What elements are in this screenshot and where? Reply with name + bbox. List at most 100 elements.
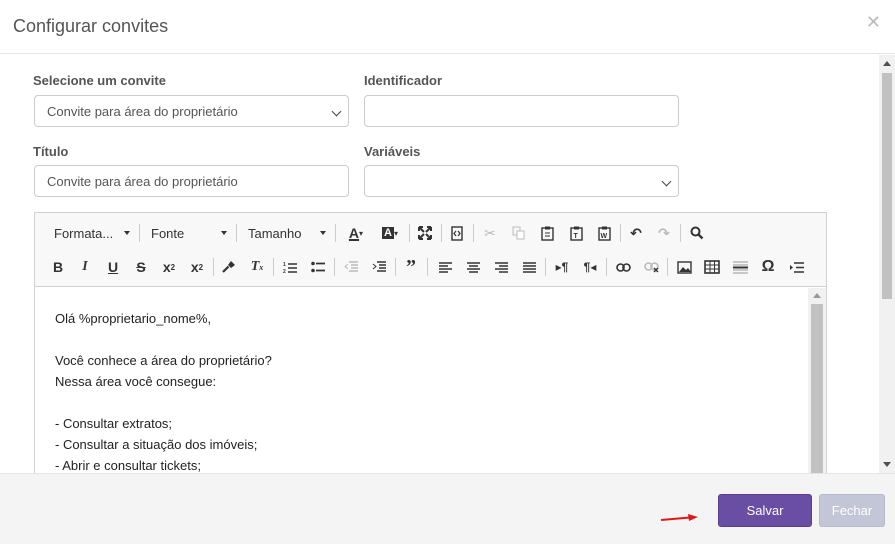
strikethrough-icon[interactable]: S [129,255,153,279]
dropdown-arrow-icon [124,231,130,235]
underline-icon[interactable]: U [101,255,125,279]
toolbar-separator [395,258,396,276]
size-combo[interactable]: Tamanho [244,221,328,245]
justify-icon[interactable] [517,255,541,279]
bulleted-list-icon[interactable] [306,255,330,279]
toolbar-separator [606,258,607,276]
svg-text:2: 2 [283,269,286,274]
special-char-icon[interactable]: Ω [756,255,780,279]
blockquote-icon[interactable]: ” [399,255,423,279]
maximize-icon[interactable] [413,221,437,245]
variables-select[interactable] [364,165,679,197]
save-button[interactable]: Salvar [718,494,812,527]
modal-footer: Salvar Fechar [0,473,895,544]
horizontal-line-icon[interactable] [728,255,752,279]
editor-scrollbar-thumb[interactable] [811,304,823,473]
editor-line [55,329,789,350]
editor-line: - Consultar extratos; [55,416,173,431]
italic-icon[interactable]: I [73,255,97,279]
rich-text-editor: Formata... Fonte Tamanho A ▾ A ▾ ✂ T W ↶… [34,212,827,473]
cut-icon[interactable]: ✂ [478,221,502,245]
undo-icon[interactable]: ↶ [624,221,648,245]
page-break-icon[interactable] [784,255,808,279]
link-icon[interactable] [611,255,635,279]
align-center-icon[interactable] [461,255,485,279]
toolbar-separator [409,224,410,242]
editor-content[interactable]: Olá %proprietario_nome%, Você conhece a … [35,288,809,473]
annotation-arrow-icon [660,514,698,521]
svg-text:T: T [573,233,578,240]
ltr-icon[interactable]: ▸¶ [550,255,574,279]
toolbar-separator [427,258,428,276]
scroll-down-arrow-icon[interactable] [883,462,891,467]
scroll-up-arrow-icon[interactable] [813,293,821,298]
modal-scrollbar[interactable] [879,55,895,473]
title-input-value: Convite para área do proprietário [47,174,238,189]
invite-select[interactable]: Convite para área do proprietário [34,95,349,127]
toolbar-separator [545,258,546,276]
chevron-down-icon [331,106,342,117]
background-color-icon[interactable]: A ▾ [376,221,404,245]
toolbar-separator [473,224,474,242]
toolbar-separator [335,224,336,242]
invite-select-label: Selecione um convite [33,73,166,88]
toolbar-separator [334,258,335,276]
editor-line: Olá %proprietario_nome%, [55,311,212,326]
invite-select-value: Convite para área do proprietário [47,104,238,119]
toolbar-separator [213,258,214,276]
modal-title: Configurar convites [13,16,169,36]
paste-icon[interactable] [535,221,559,245]
bold-icon[interactable]: B [46,255,70,279]
title-label: Título [33,144,69,159]
identifier-input[interactable] [364,95,679,127]
dropdown-arrow-icon [221,231,227,235]
editor-line: - Consultar a situação dos imóveis; [55,437,258,452]
modal-scrollbar-thumb[interactable] [882,73,892,299]
paste-word-icon[interactable]: W [592,221,616,245]
indent-icon[interactable] [367,255,391,279]
editor-line: Você conhece a área do proprietário? [55,353,272,368]
outdent-icon[interactable] [339,255,363,279]
editor-line [55,392,789,413]
scroll-up-arrow-icon[interactable] [883,61,891,66]
modal-body: Selecione um convite Convite para área d… [0,55,879,473]
subscript-icon[interactable]: x2 [157,255,181,279]
toolbar-separator [667,258,668,276]
paste-text-icon[interactable]: T [564,221,588,245]
editor-scrollbar[interactable] [808,288,826,473]
svg-text:1: 1 [283,262,286,268]
align-left-icon[interactable] [433,255,457,279]
format-combo-label: Formata... [54,225,114,241]
toolbar-separator [236,224,237,242]
copy-icon[interactable] [506,221,530,245]
font-combo-label: Fonte [151,225,185,241]
editor-line: - Abrir e consultar tickets; [55,458,201,473]
close-button[interactable]: Fechar [819,494,885,527]
remove-format-icon[interactable]: Tx [245,255,269,279]
align-right-icon[interactable] [489,255,513,279]
toolbar-separator [620,224,621,242]
font-combo[interactable]: Fonte [147,221,229,245]
image-icon[interactable] [672,255,696,279]
unlink-icon[interactable] [639,255,663,279]
toolbar-separator [441,224,442,242]
svg-text:W: W [600,233,607,240]
close-icon[interactable]: ✕ [866,12,881,33]
table-icon[interactable] [700,255,724,279]
format-combo[interactable]: Formata... [50,221,132,245]
text-color-icon[interactable]: A ▾ [342,221,370,245]
toolbar-separator [680,224,681,242]
source-icon[interactable] [445,221,469,245]
copy-format-icon[interactable] [217,255,241,279]
rtl-icon[interactable]: ¶◂ [578,255,602,279]
redo-icon[interactable]: ↷ [652,221,676,245]
toolbar-separator [139,224,140,242]
find-icon[interactable] [685,221,709,245]
title-input[interactable]: Convite para área do proprietário [34,165,349,197]
numbered-list-icon[interactable]: 12 [278,255,302,279]
variables-label: Variáveis [364,144,421,159]
superscript-icon[interactable]: x2 [185,255,209,279]
size-combo-label: Tamanho [248,225,302,241]
editor-toolbar: Formata... Fonte Tamanho A ▾ A ▾ ✂ T W ↶… [35,213,826,287]
identifier-label: Identificador [364,73,443,88]
